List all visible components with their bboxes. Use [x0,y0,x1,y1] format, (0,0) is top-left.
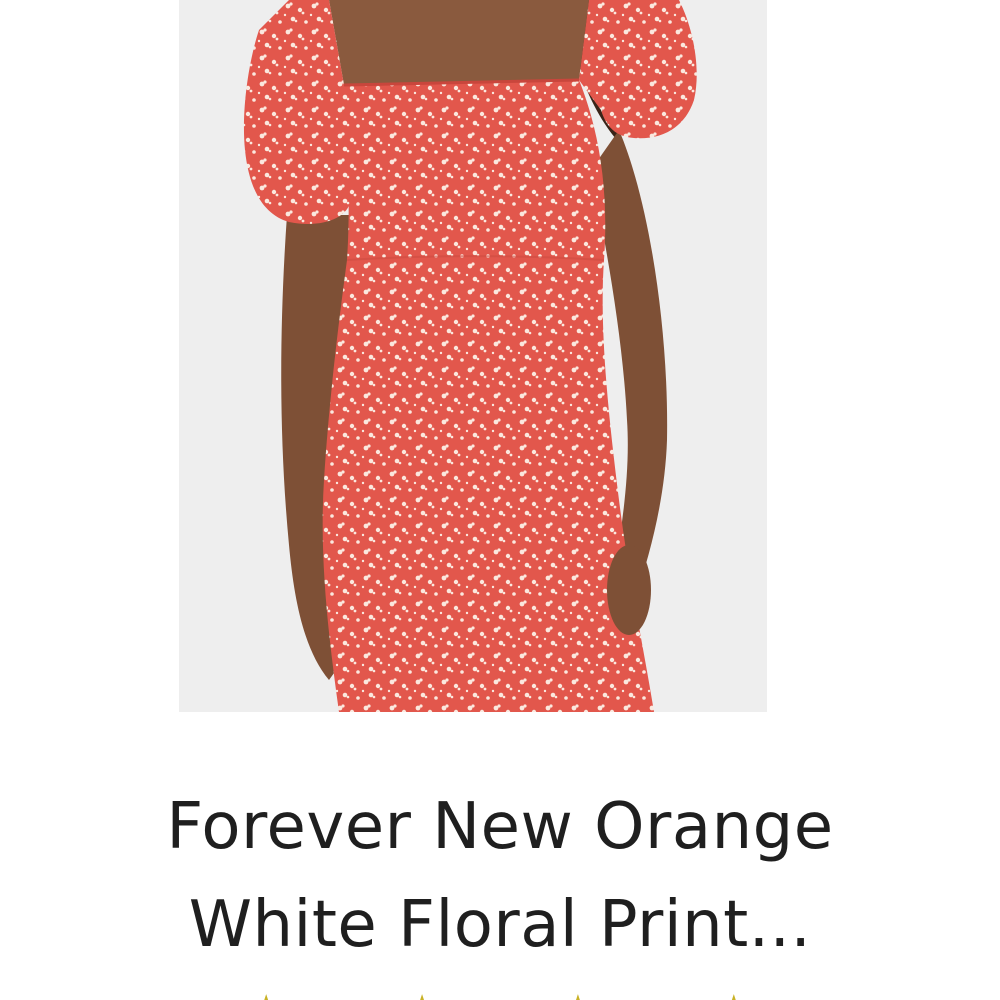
star-icon: ★ [404,992,440,1000]
product-image[interactable] [179,0,767,712]
product-title[interactable]: Forever New Orange White Floral Print... [80,778,920,974]
star-icon: ★ [716,992,752,1000]
star-icon: ★ [248,992,284,1000]
dress-photo [179,0,767,712]
rating-stars: ★ ★ ★ ★ [0,992,1000,1000]
star-icon: ★ [560,992,596,1000]
